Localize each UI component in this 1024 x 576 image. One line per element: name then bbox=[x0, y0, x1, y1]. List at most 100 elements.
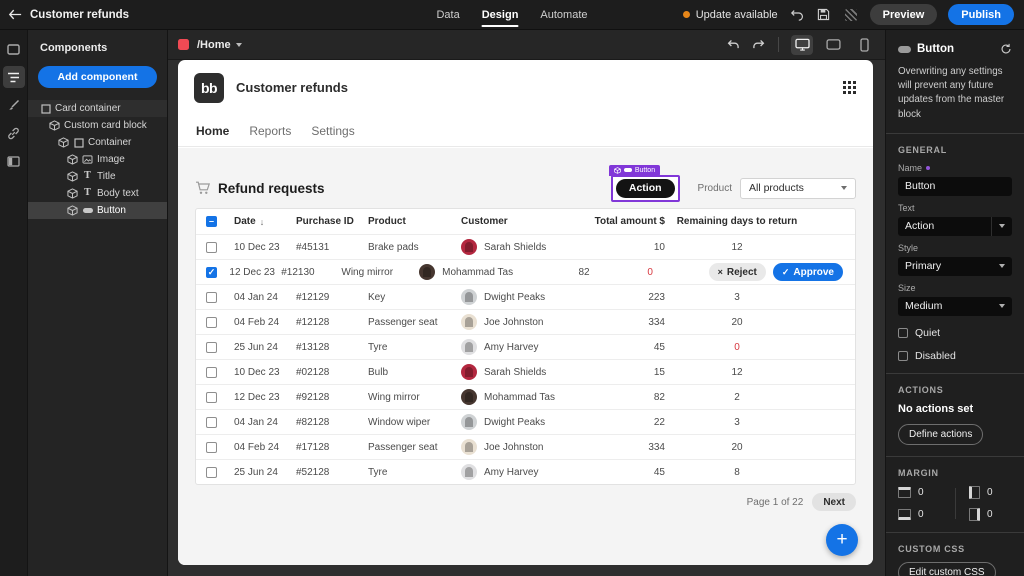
disabled-label: Disabled bbox=[915, 350, 956, 362]
selection-outline: Action bbox=[611, 175, 680, 202]
app-title: Customer refunds bbox=[236, 80, 348, 95]
image-icon bbox=[82, 154, 93, 165]
block-icon bbox=[67, 154, 78, 165]
text-icon: T bbox=[82, 188, 93, 199]
refresh-icon[interactable] bbox=[1000, 43, 1012, 55]
margin-value: 0 bbox=[987, 487, 993, 498]
table-row[interactable]: 12 Dec 23 #92128 Wing mirror Mohammad Ta… bbox=[196, 384, 855, 409]
sort-desc-icon[interactable]: ↓ bbox=[260, 217, 265, 227]
table-row[interactable]: 25 Jun 24 #52128 Tyre Amy Harvey 45 8 bbox=[196, 459, 855, 484]
reject-button[interactable]: ×Reject bbox=[709, 263, 766, 281]
add-floating-button[interactable]: + bbox=[826, 524, 858, 556]
custom-css-heading: CUSTOM CSS bbox=[898, 544, 1012, 554]
tree-item-title[interactable]: TTitle bbox=[28, 168, 167, 185]
next-page-button[interactable]: Next bbox=[812, 493, 856, 511]
app-tab-home[interactable]: Home bbox=[196, 124, 229, 138]
approve-button[interactable]: ✓Approve bbox=[773, 263, 843, 281]
phone-view-icon[interactable] bbox=[853, 35, 875, 55]
theme-brush-icon[interactable] bbox=[3, 94, 25, 116]
tree-item-button[interactable]: Button bbox=[28, 202, 167, 219]
margin-controls: 0000 bbox=[898, 486, 1012, 521]
add-component-button[interactable]: Add component bbox=[38, 66, 157, 88]
debug-disabled-icon[interactable] bbox=[843, 7, 859, 23]
margin-top-icon bbox=[898, 487, 911, 498]
tree-item-card-container[interactable]: Card container bbox=[28, 100, 167, 117]
topbar-tab-automate[interactable]: Automate bbox=[540, 0, 587, 30]
table-row[interactable]: 04 Jan 24 #12129 Key Dwight Peaks 223 3 bbox=[196, 284, 855, 309]
row-checkbox[interactable] bbox=[206, 442, 217, 453]
topbar-tab-data[interactable]: Data bbox=[436, 0, 459, 30]
preview-button[interactable]: Preview bbox=[870, 4, 938, 25]
margin-left-control[interactable]: 0 bbox=[955, 486, 1012, 499]
chevron-down-icon[interactable] bbox=[236, 43, 242, 47]
page-title: Customer refunds bbox=[30, 9, 129, 21]
row-checkbox[interactable] bbox=[206, 292, 217, 303]
desktop-view-icon[interactable] bbox=[791, 35, 813, 55]
section-title: Refund requests bbox=[218, 181, 325, 196]
edit-custom-css-button[interactable]: Edit custom CSS bbox=[898, 562, 996, 576]
disabled-checkbox[interactable] bbox=[898, 351, 908, 361]
app-grid-icon[interactable] bbox=[843, 81, 857, 95]
table-row[interactable]: 10 Dec 23 #02128 Bulb Sarah Shields 15 1… bbox=[196, 359, 855, 384]
row-checkbox[interactable] bbox=[206, 317, 217, 328]
row-checkbox[interactable] bbox=[206, 242, 217, 253]
row-checkbox[interactable] bbox=[206, 467, 217, 478]
table-row[interactable]: 04 Feb 24 #12128 Passenger seat Joe John… bbox=[196, 309, 855, 334]
size-select[interactable]: Medium bbox=[898, 297, 1012, 316]
block-icon bbox=[58, 137, 69, 148]
tree-item-container[interactable]: Container bbox=[28, 134, 167, 151]
avatar bbox=[461, 314, 477, 330]
margin-top-control[interactable]: 0 bbox=[898, 486, 955, 499]
publish-button[interactable]: Publish bbox=[948, 4, 1014, 25]
tablet-view-icon[interactable] bbox=[822, 35, 844, 55]
save-icon[interactable] bbox=[816, 7, 832, 23]
tree-item-body-text[interactable]: TBody text bbox=[28, 185, 167, 202]
tree-item-image[interactable]: Image bbox=[28, 151, 167, 168]
action-button[interactable]: Action bbox=[616, 179, 675, 198]
style-label: Style bbox=[898, 243, 918, 253]
table-row[interactable]: 25 Jun 24 #13128 Tyre Amy Harvey 45 0 bbox=[196, 334, 855, 359]
redo-icon[interactable] bbox=[750, 37, 766, 53]
row-checkbox[interactable] bbox=[206, 367, 217, 378]
avatar bbox=[461, 439, 477, 455]
block-icon bbox=[49, 120, 60, 131]
row-checkbox[interactable] bbox=[206, 417, 217, 428]
app-tab-settings[interactable]: Settings bbox=[311, 124, 354, 138]
quiet-checkbox[interactable] bbox=[898, 328, 908, 338]
table-row[interactable]: 04 Feb 24 #17128 Passenger seat Joe John… bbox=[196, 434, 855, 459]
media-library-icon[interactable] bbox=[3, 150, 25, 172]
name-field[interactable] bbox=[898, 177, 1012, 196]
chevron-down-icon[interactable] bbox=[991, 217, 1005, 236]
text-field[interactable]: Action bbox=[898, 217, 1012, 236]
select-all-checkbox[interactable]: – bbox=[206, 216, 217, 227]
app-tab-reports[interactable]: Reports bbox=[249, 124, 291, 138]
chevron-down-icon bbox=[999, 264, 1005, 268]
table-row[interactable]: ✓ 12 Dec 23 #12130 Wing mirror Mohammad … bbox=[196, 259, 855, 284]
product-filter-select[interactable]: All products bbox=[740, 178, 856, 199]
link-icon[interactable] bbox=[3, 122, 25, 144]
app-preview-card: bb Customer refunds HomeReportsSettings … bbox=[178, 60, 873, 565]
style-select[interactable]: Primary bbox=[898, 257, 1012, 276]
margin-right-control[interactable]: 0 bbox=[955, 508, 1012, 521]
pages-icon[interactable] bbox=[3, 38, 25, 60]
component-tree: Card containerCustom card blockContainer… bbox=[28, 100, 167, 219]
history-icon[interactable] bbox=[789, 7, 805, 23]
toolbar-divider bbox=[778, 37, 779, 52]
table-row[interactable]: 04 Jan 24 #82128 Window wiper Dwight Pea… bbox=[196, 409, 855, 434]
components-panel: Components Add component Card containerC… bbox=[28, 30, 168, 576]
row-checkbox[interactable] bbox=[206, 392, 217, 403]
page-breadcrumb[interactable]: /Home bbox=[197, 39, 231, 51]
undo-icon[interactable] bbox=[725, 37, 741, 53]
tree-item-custom-card-block[interactable]: Custom card block bbox=[28, 117, 167, 134]
table-row[interactable]: 10 Dec 23 #45131 Brake pads Sarah Shield… bbox=[196, 234, 855, 259]
page-color-swatch[interactable] bbox=[178, 39, 189, 50]
name-label: Name bbox=[898, 163, 922, 173]
margin-bottom-control[interactable]: 0 bbox=[898, 508, 955, 521]
define-actions-button[interactable]: Define actions bbox=[898, 424, 983, 445]
block-icon bbox=[614, 167, 621, 174]
row-checkbox[interactable]: ✓ bbox=[206, 267, 217, 278]
component-tree-icon[interactable] bbox=[3, 66, 25, 88]
topbar-tab-design[interactable]: Design bbox=[482, 0, 519, 30]
row-checkbox[interactable] bbox=[206, 342, 217, 353]
back-arrow-icon[interactable] bbox=[0, 9, 30, 20]
